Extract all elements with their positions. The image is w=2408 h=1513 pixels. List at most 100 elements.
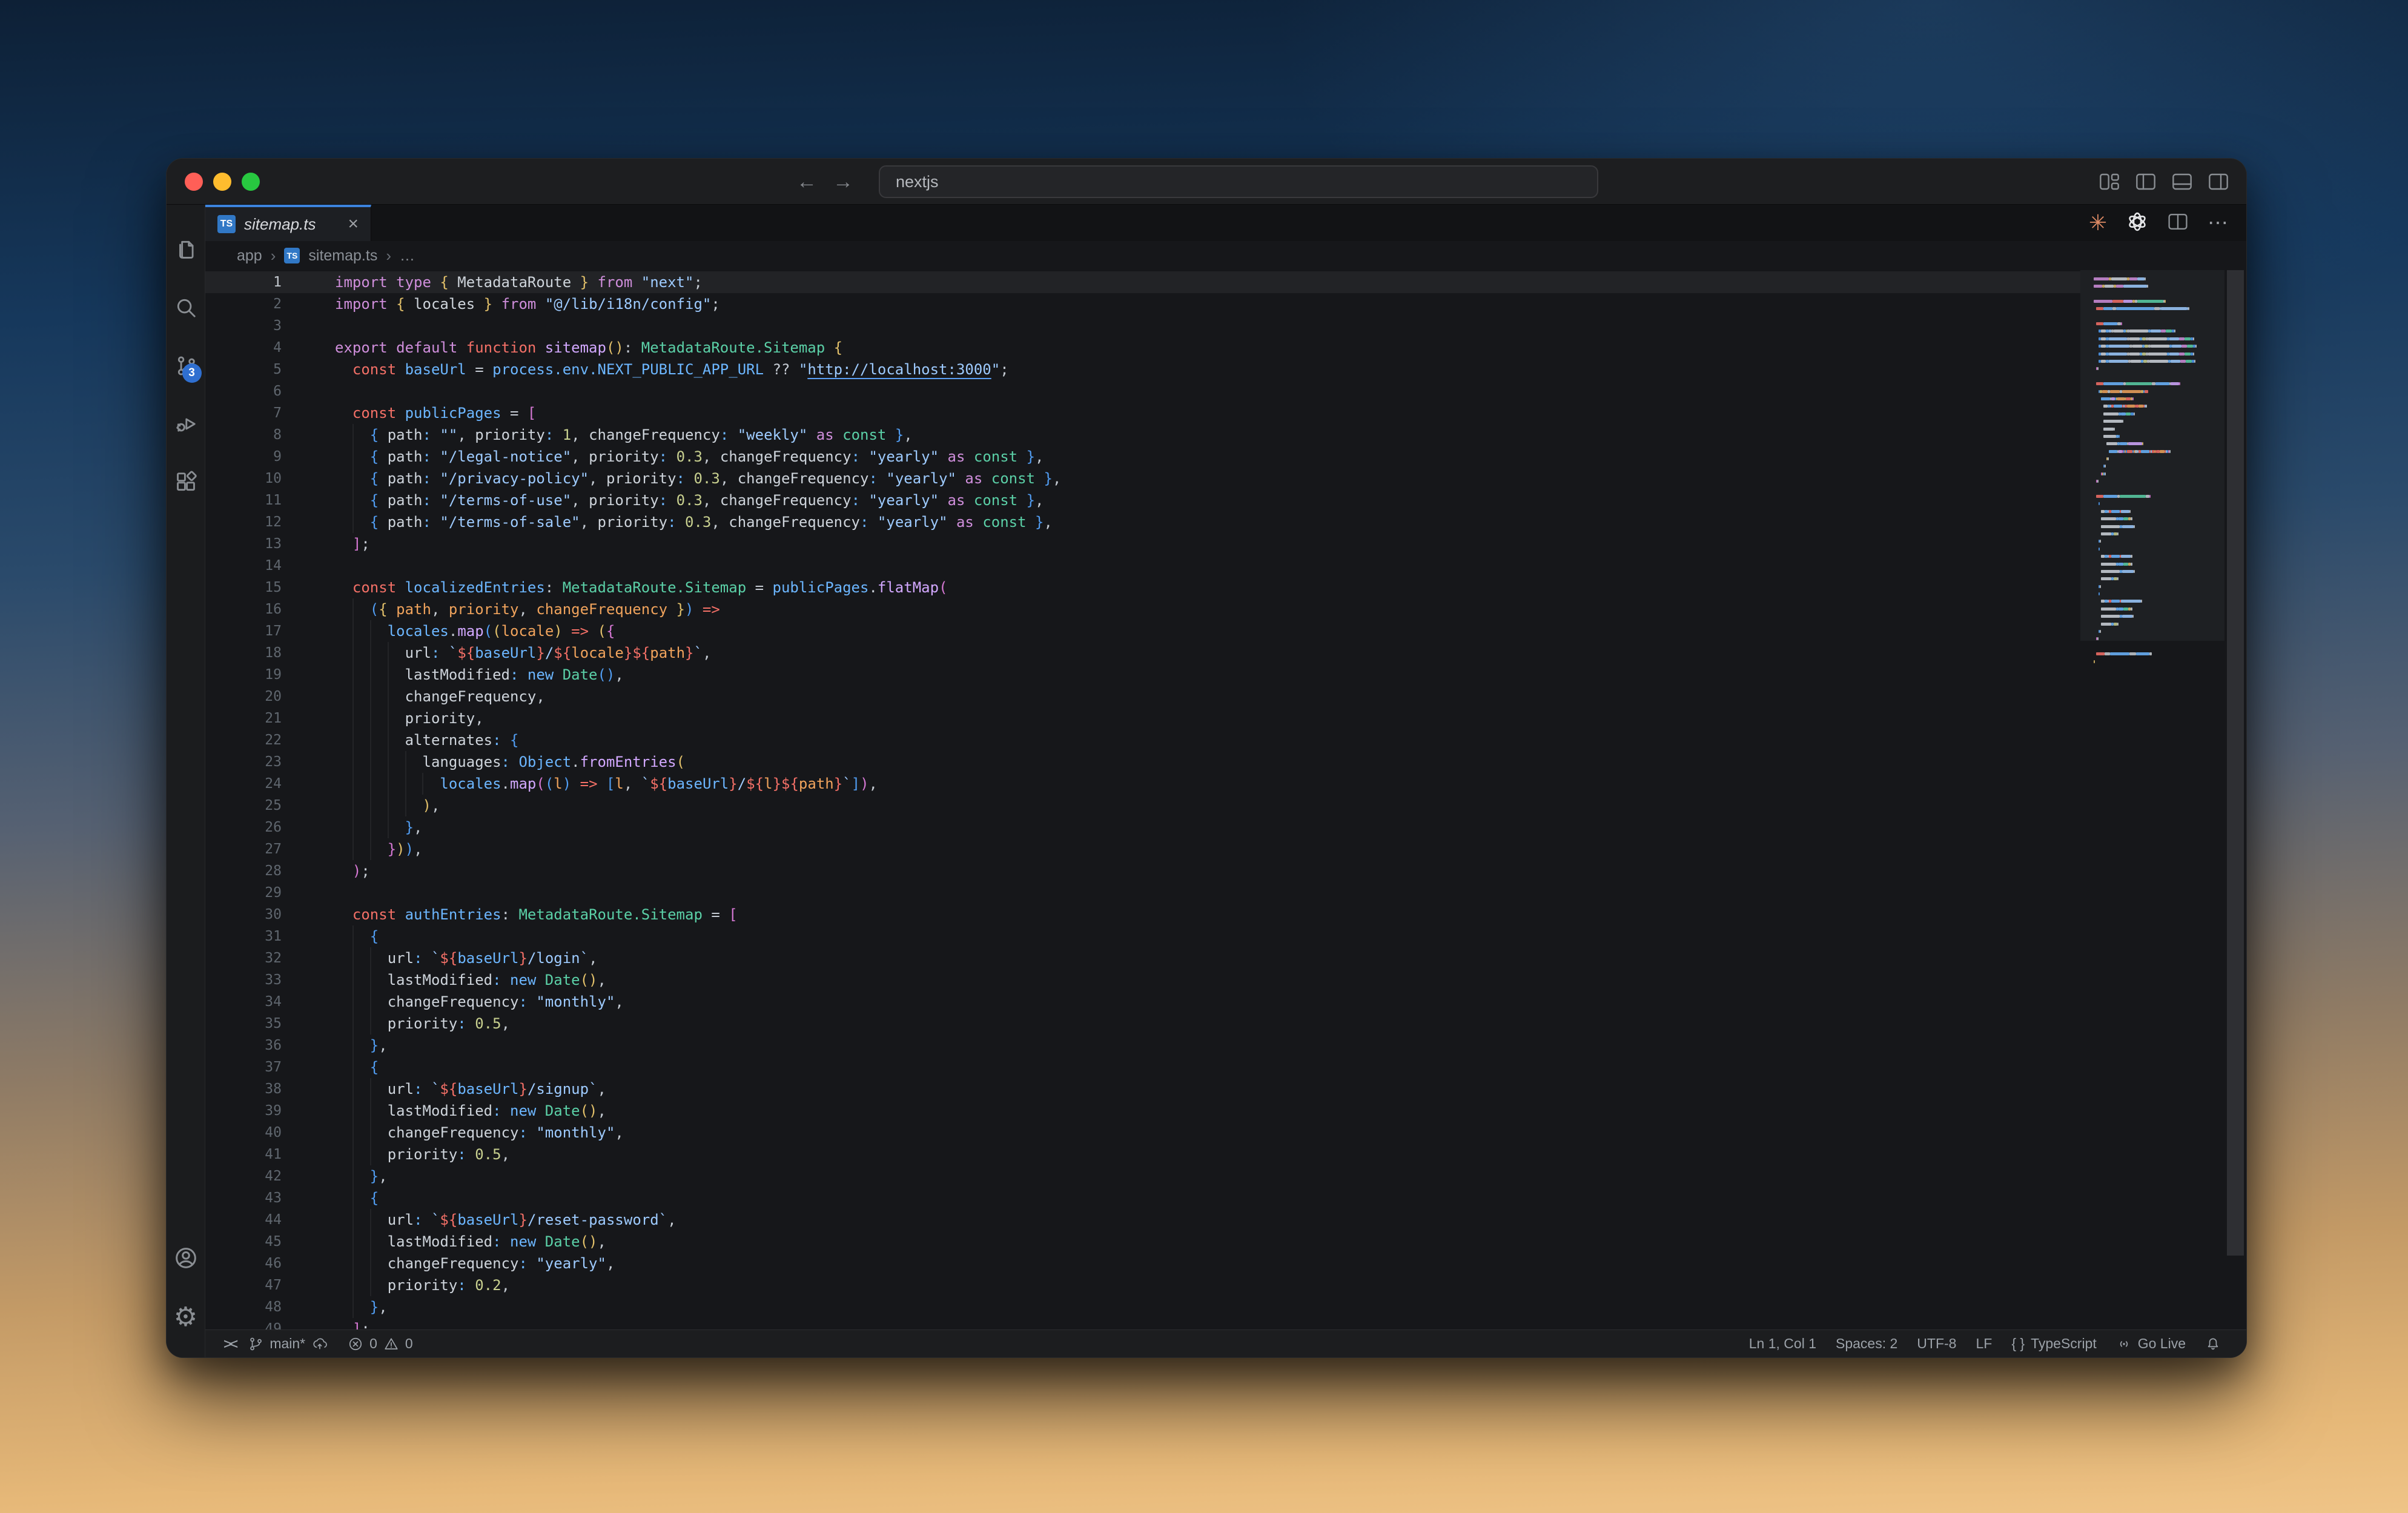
breadcrumb-item-app[interactable]: app [237, 247, 262, 265]
problems-status[interactable]: 0 0 [338, 1336, 423, 1352]
code-line[interactable]: 19 lastModified: new Date(), [205, 664, 2080, 686]
code-line[interactable]: 29 [205, 882, 2080, 904]
customize-layout-icon[interactable] [2099, 172, 2120, 191]
code-line[interactable]: 46 changeFrequency: "yearly", [205, 1253, 2080, 1274]
code-line[interactable]: 11 { path: "/terms-of-use", priority: 0.… [205, 489, 2080, 511]
code-line[interactable]: 20 changeFrequency, [205, 686, 2080, 707]
toggle-secondary-sidebar-icon[interactable] [2208, 172, 2229, 191]
sidebar-item-search[interactable] [167, 280, 205, 338]
code-line[interactable]: 17 locales.map((locale) => ({ [205, 620, 2080, 642]
git-branch-status[interactable]: main* [238, 1336, 338, 1352]
cursor-position[interactable]: Ln 1, Col 1 [1739, 1336, 1826, 1352]
indent-guide [369, 1144, 371, 1165]
more-actions-icon[interactable]: ⋯ [2208, 213, 2228, 233]
breadcrumb-item-symbol[interactable]: … [400, 247, 415, 265]
code-line[interactable]: 42 }, [205, 1165, 2080, 1187]
openai-extension-icon[interactable] [2126, 211, 2148, 236]
code-line[interactable]: 31 { [205, 925, 2080, 947]
code-line[interactable]: 12 { path: "/terms-of-sale", priority: 0… [205, 511, 2080, 533]
toggle-primary-sidebar-icon[interactable] [2135, 172, 2157, 191]
code-line[interactable]: 48 }, [205, 1296, 2080, 1318]
sidebar-item-run-debug[interactable] [167, 396, 205, 454]
code-line[interactable]: 2 import { locales } from "@/lib/i18n/con… [205, 293, 2080, 315]
breadcrumb-item-file[interactable]: sitemap.ts [308, 247, 377, 265]
indent-guide [387, 795, 389, 816]
code-line[interactable]: 1 import type { MetadataRoute } from "nex… [205, 271, 2080, 293]
code-line[interactable]: 18 url: `${baseUrl}/${locale}${path}`, [205, 642, 2080, 664]
sidebar-item-account[interactable] [167, 1230, 205, 1288]
encoding-setting[interactable]: UTF-8 [1907, 1336, 1966, 1352]
code-line[interactable]: 33 lastModified: new Date(), [205, 969, 2080, 991]
code-line[interactable]: 41 priority: 0.5, [205, 1144, 2080, 1165]
code-line[interactable]: 40 changeFrequency: "monthly", [205, 1122, 2080, 1144]
editor-scrollbar[interactable] [2224, 270, 2246, 1329]
code-line[interactable]: 14 [205, 555, 2080, 577]
minimap-slider[interactable] [2080, 270, 2224, 641]
code-line[interactable]: 7 const publicPages = [ [205, 402, 2080, 424]
code-line[interactable]: 16 ({ path, priority, changeFrequency })… [205, 598, 2080, 620]
code-line[interactable]: 8 { path: "", priority: 1, changeFrequen… [205, 424, 2080, 446]
line-number: 4 [273, 340, 282, 356]
language-mode[interactable]: { } TypeScript [2002, 1336, 2106, 1352]
code-line[interactable]: 3 [205, 315, 2080, 337]
code-line[interactable]: 30 const authEntries: MetadataRoute.Site… [205, 904, 2080, 925]
go-live-button[interactable]: Go Live [2106, 1336, 2195, 1352]
sidebar-item-extensions[interactable] [167, 454, 205, 512]
code-line[interactable]: 44 url: `${baseUrl}/reset-password`, [205, 1209, 2080, 1231]
code-line[interactable]: 21 priority, [205, 707, 2080, 729]
code-line[interactable]: 27 })), [205, 838, 2080, 860]
minimap[interactable] [2080, 270, 2224, 1329]
code-line[interactable]: 35 priority: 0.5, [205, 1013, 2080, 1035]
code-line[interactable]: 47 priority: 0.2, [205, 1274, 2080, 1296]
code-line[interactable]: 37 { [205, 1056, 2080, 1078]
sidebar-item-explorer[interactable] [167, 222, 205, 280]
close-window-button[interactable] [185, 173, 203, 191]
sync-changes-icon[interactable] [311, 1336, 328, 1352]
code-line[interactable]: 6 [205, 380, 2080, 402]
code-line[interactable]: 10 { path: "/privacy-policy", priority: … [205, 468, 2080, 489]
code-line[interactable]: 49 ]; [205, 1318, 2080, 1329]
sidebar-item-settings[interactable]: ⚙ [167, 1288, 205, 1346]
navigate-forward-icon[interactable]: → [833, 170, 853, 194]
code-line[interactable]: 25 ), [205, 795, 2080, 816]
code-line[interactable]: 4 export default function sitemap(): Meta… [205, 337, 2080, 359]
code-line[interactable]: 23 languages: Object.fromEntries( [205, 751, 2080, 773]
notifications-bell-icon[interactable] [2195, 1336, 2231, 1352]
close-tab-icon[interactable]: × [348, 215, 359, 233]
navigate-back-icon[interactable]: ← [796, 170, 817, 194]
code-line[interactable]: 15 const localizedEntries: MetadataRoute… [205, 577, 2080, 598]
code-line[interactable]: 13 ]; [205, 533, 2080, 555]
code-line[interactable]: 38 url: `${baseUrl}/signup`, [205, 1078, 2080, 1100]
remote-indicator[interactable]: >< [214, 1335, 238, 1353]
language-mode-label: TypeScript [2031, 1336, 2097, 1351]
scrollbar-thumb[interactable] [2227, 270, 2244, 1256]
code-line[interactable]: 36 }, [205, 1035, 2080, 1056]
sidebar-item-source-control[interactable]: 3 [167, 338, 205, 396]
code-line[interactable]: 9 { path: "/legal-notice", priority: 0.3… [205, 446, 2080, 468]
code-line[interactable]: 45 lastModified: new Date(), [205, 1231, 2080, 1253]
eol-setting[interactable]: LF [1966, 1336, 2002, 1352]
code-line[interactable]: 39 lastModified: new Date(), [205, 1100, 2080, 1122]
indentation-setting[interactable]: Spaces: 2 [1826, 1336, 1907, 1352]
tab-sitemap-ts[interactable]: TS sitemap.ts × [205, 205, 371, 241]
title-bar[interactable]: ← → nextjs [167, 159, 2246, 205]
command-center-search[interactable]: nextjs [879, 165, 1598, 198]
code-line[interactable]: 5 const baseUrl = process.env.NEXT_PUBLI… [205, 359, 2080, 380]
line-number: 32 [265, 950, 282, 966]
code-line[interactable]: 32 url: `${baseUrl}/login`, [205, 947, 2080, 969]
claude-extension-icon[interactable]: ✳ [2089, 212, 2107, 234]
minimize-window-button[interactable] [213, 173, 231, 191]
code-line[interactable]: 34 changeFrequency: "monthly", [205, 991, 2080, 1013]
line-number: 27 [265, 841, 282, 857]
indent-guide [387, 686, 389, 707]
code-editor[interactable]: 1 import type { MetadataRoute } from "nex… [205, 270, 2080, 1329]
code-line[interactable]: 26 }, [205, 816, 2080, 838]
code-line[interactable]: 28 ); [205, 860, 2080, 882]
code-line[interactable]: 24 locales.map((l) => [l, `${baseUrl}/${… [205, 773, 2080, 795]
zoom-window-button[interactable] [242, 173, 260, 191]
toggle-panel-icon[interactable] [2171, 172, 2193, 191]
typescript-file-icon: TS [284, 248, 300, 263]
code-line[interactable]: 43 { [205, 1187, 2080, 1209]
code-line[interactable]: 22 alternates: { [205, 729, 2080, 751]
split-editor-icon[interactable] [2168, 212, 2188, 234]
